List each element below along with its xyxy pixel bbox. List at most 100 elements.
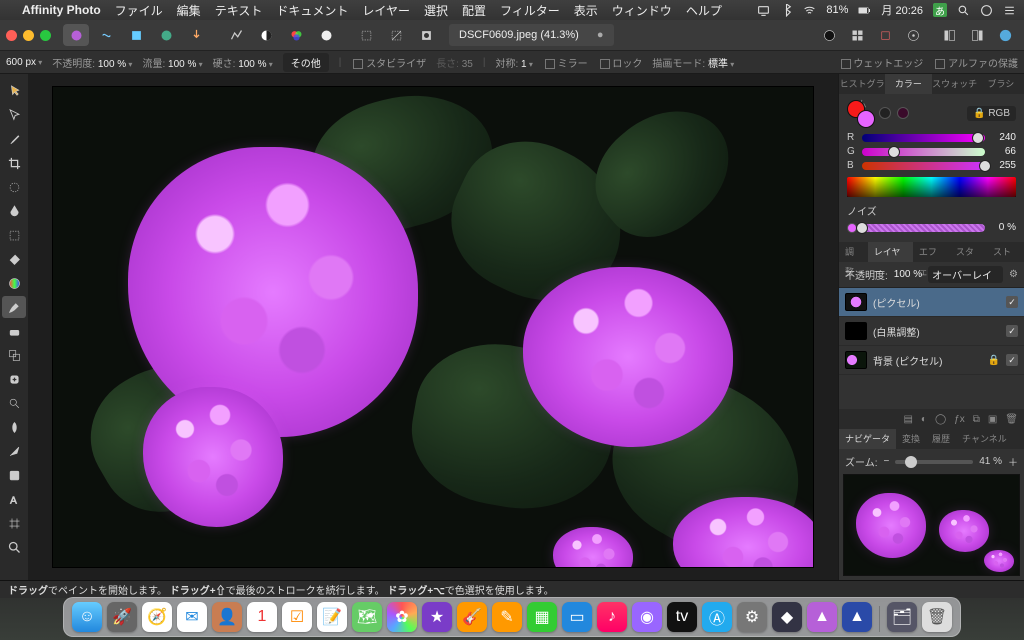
dock-safari[interactable]: 🧭 — [142, 602, 172, 632]
dock-affinity2[interactable]: ▲ — [842, 602, 872, 632]
layer-visible-2[interactable]: ✓ — [1006, 354, 1018, 366]
layer-settings-icon[interactable]: ⚙ — [1009, 269, 1018, 280]
tab-swatches[interactable]: スウォッチ — [932, 74, 978, 94]
dock-app1[interactable]: ◆ — [772, 602, 802, 632]
swap-bg-icon[interactable] — [816, 24, 842, 46]
clone-tool[interactable] — [2, 344, 26, 366]
document-canvas[interactable] — [53, 87, 813, 567]
ime-indicator[interactable]: あ — [933, 3, 947, 17]
selection-invert-icon[interactable] — [383, 24, 409, 46]
mask-icon[interactable]: ◐ — [921, 414, 927, 425]
layer-row-2[interactable]: 背景 (ピクセル) 🔒 ✓ — [839, 346, 1024, 375]
value-noise[interactable]: 0 % — [990, 222, 1016, 233]
clock[interactable]: 月 20:26 — [881, 2, 923, 18]
crop-tool[interactable] — [2, 152, 26, 174]
persona-photo[interactable] — [63, 24, 89, 46]
close-window[interactable] — [6, 30, 17, 41]
dock-finder[interactable]: ☺ — [72, 602, 102, 632]
fx-icon[interactable]: ƒx — [954, 414, 965, 425]
quickmask-icon[interactable] — [413, 24, 439, 46]
document-tab[interactable]: DSCF0609.jpeg (41.3%) ● — [449, 24, 614, 46]
color-mode[interactable]: 🔒 RGB — [967, 106, 1016, 121]
blend-mode[interactable]: 標準 — [708, 59, 734, 70]
brush-more[interactable]: その他 — [283, 53, 329, 72]
value-g[interactable]: 66 — [990, 146, 1016, 157]
zoom-value[interactable]: 41 % — [979, 456, 1002, 467]
tab-adjust[interactable]: 調整 — [839, 242, 868, 262]
spotlight-icon[interactable] — [957, 4, 970, 17]
notification-icon[interactable] — [1003, 4, 1016, 17]
dock-photos[interactable]: ✿ — [387, 602, 417, 632]
adjust-icon[interactable]: ◯ — [935, 414, 946, 425]
mirror-check[interactable] — [545, 59, 555, 69]
dock-podcasts[interactable]: ◉ — [632, 602, 662, 632]
layer-row-1[interactable]: (白黒調整) ✓ — [839, 317, 1024, 346]
symmetry-count[interactable]: 1 — [521, 59, 533, 70]
recent-color-2[interactable] — [897, 107, 909, 119]
dock-contacts[interactable]: 👤 — [212, 602, 242, 632]
assist-icon[interactable] — [900, 24, 926, 46]
shape-tool[interactable] — [2, 464, 26, 486]
menu-document[interactable]: ドキュメント — [276, 2, 348, 19]
dock-tv[interactable]: tv — [667, 602, 697, 632]
dock-appstore[interactable]: Ⓐ — [702, 602, 732, 632]
brush-hardness[interactable]: 100 % — [238, 59, 273, 70]
dock-folder[interactable]: 🗂 — [887, 602, 917, 632]
protect-alpha-check[interactable] — [935, 59, 945, 69]
navigator-preview[interactable] — [843, 474, 1020, 576]
battery-icon[interactable] — [858, 4, 871, 17]
autocontrast-icon[interactable] — [253, 24, 279, 46]
studio-right-icon[interactable] — [964, 24, 990, 46]
dock-trash[interactable]: 🗑 — [922, 602, 952, 632]
zoom-window[interactable] — [40, 30, 51, 41]
color-wells[interactable] — [847, 100, 873, 126]
persona-liquify[interactable] — [93, 24, 119, 46]
menu-file[interactable]: ファイル — [115, 2, 163, 19]
flood-select-tool[interactable] — [2, 200, 26, 222]
screen-icon[interactable] — [757, 4, 770, 17]
tab-layers[interactable]: レイヤー — [868, 242, 913, 262]
selection-new-icon[interactable] — [353, 24, 379, 46]
tab-history[interactable]: 履歴 — [926, 429, 956, 449]
move-tool[interactable] — [2, 104, 26, 126]
layer-blendmode[interactable]: オーバーレイ — [928, 266, 1003, 283]
studio-left-icon[interactable] — [936, 24, 962, 46]
menu-view[interactable]: 表示 — [574, 2, 598, 19]
autolevels-icon[interactable] — [223, 24, 249, 46]
selection-brush-tool[interactable] — [2, 176, 26, 198]
colorpicker-tool[interactable] — [2, 128, 26, 150]
grid-toggle-icon[interactable] — [844, 24, 870, 46]
persona-tone[interactable] — [153, 24, 179, 46]
brush-opacity[interactable]: 100 % — [98, 59, 133, 70]
tab-histogram[interactable]: ヒストグラム — [839, 74, 885, 94]
crop-layer-icon[interactable]: ⧉ — [973, 414, 980, 425]
view-tool[interactable] — [2, 80, 26, 102]
layer-visible-1[interactable]: ✓ — [1006, 325, 1018, 337]
dock-mail[interactable]: ✉ — [177, 602, 207, 632]
stabilizer-check[interactable] — [353, 59, 363, 69]
app-name[interactable]: Affinity Photo — [22, 3, 101, 17]
brush-flow[interactable]: 100 % — [168, 59, 203, 70]
wifi-icon[interactable] — [803, 4, 816, 17]
lock-check[interactable] — [600, 59, 610, 69]
dock-affinity[interactable]: ▲ — [807, 602, 837, 632]
slider-noise[interactable] — [856, 222, 868, 234]
erase-tool[interactable] — [2, 320, 26, 342]
bluetooth-icon[interactable] — [780, 4, 793, 17]
layer-row-0[interactable]: (ピクセル) ✓ — [839, 288, 1024, 317]
menu-window[interactable]: ウィンドウ — [612, 2, 672, 19]
marquee-tool[interactable] — [2, 224, 26, 246]
retouch-tool[interactable] — [2, 416, 26, 438]
tab-stock[interactable]: ストッ — [987, 242, 1024, 262]
tab-brushes[interactable]: ブラシ — [978, 74, 1024, 94]
tab-channels[interactable]: チャンネル — [956, 429, 1013, 449]
slider-g[interactable] — [888, 146, 900, 158]
dodge-tool[interactable] — [2, 392, 26, 414]
slider-b[interactable] — [979, 160, 991, 172]
siri-icon[interactable] — [980, 4, 993, 17]
paintbrush-tool[interactable] — [2, 296, 26, 318]
layer-visible-0[interactable]: ✓ — [1006, 296, 1018, 308]
dock-numbers[interactable]: ▦ — [527, 602, 557, 632]
zoom-tool[interactable] — [2, 536, 26, 558]
value-b[interactable]: 255 — [990, 160, 1016, 171]
